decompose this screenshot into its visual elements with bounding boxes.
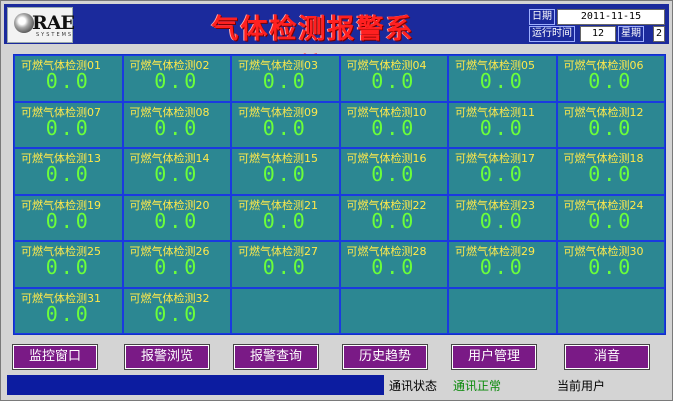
sensor-value: 0.0 xyxy=(262,69,308,93)
sensor-value: 0.0 xyxy=(479,162,525,186)
status-bar: 通讯状态 通讯正常 当前用户 xyxy=(4,374,669,396)
sensor-value: 0.0 xyxy=(262,255,308,279)
sensor-cell: 可燃气体检测16 0.0 xyxy=(339,148,448,195)
sensor-cell: 可燃气体检测19 0.0 xyxy=(14,194,123,241)
sensor-value: 0.0 xyxy=(45,208,91,233)
sensor-cell: 可燃气体检测24 0.0 xyxy=(556,194,665,241)
sensor-value: 0.0 xyxy=(45,162,91,186)
sensor-value: 0.0 xyxy=(479,69,525,93)
button-bar: 监控窗口 报警浏览 报警查询 历史趋势 用户管理 消音 xyxy=(12,344,664,370)
sensor-value: 0.0 xyxy=(479,255,525,279)
sensor-cell: 可燃气体检测21 0.0 xyxy=(231,194,340,241)
mute-button[interactable]: 消音 xyxy=(564,344,650,370)
sensor-value: 0.0 xyxy=(154,162,200,186)
sensor-value: 0.0 xyxy=(479,115,525,140)
sensor-cell: 可燃气体检测06 0.0 xyxy=(556,55,665,102)
sensor-cell: 可燃气体检测25 0.0 xyxy=(14,241,123,288)
sensor-cell: 可燃气体检测17 0.0 xyxy=(448,148,557,195)
sensor-cell: 可燃气体检测01 0.0 xyxy=(14,55,123,102)
sensor-cell: 可燃气体检测23 0.0 xyxy=(448,194,557,241)
empty-cell xyxy=(448,287,557,334)
sensor-value: 0.0 xyxy=(45,69,91,93)
sensor-cell: 可燃气体检测22 0.0 xyxy=(339,194,448,241)
empty-cell xyxy=(231,287,340,334)
sensor-value: 0.0 xyxy=(371,162,417,186)
sensor-cell: 可燃气体检测18 0.0 xyxy=(556,148,665,195)
current-user-label: 当前用户 xyxy=(557,379,606,393)
comm-status-label: 通讯状态 xyxy=(389,379,438,393)
logo-text: RAE xyxy=(32,12,75,34)
sensor-cell: 可燃气体检测08 0.0 xyxy=(122,101,231,148)
sensor-value: 0.0 xyxy=(154,301,200,326)
runtime-value: 12 xyxy=(580,26,616,42)
sensor-value: 0.0 xyxy=(45,301,91,326)
info-panel: 日期 2011-11-15 13:35:30 运行时间 12 星期 2 xyxy=(529,7,667,42)
sensor-value: 0.0 xyxy=(154,115,200,140)
sensor-value: 0.0 xyxy=(262,208,308,233)
sensor-cell: 可燃气体检测27 0.0 xyxy=(231,241,340,288)
sensor-value: 0.0 xyxy=(588,255,634,279)
sensor-cell: 可燃气体检测13 0.0 xyxy=(14,148,123,195)
alarm-browse-button[interactable]: 报警浏览 xyxy=(124,344,210,370)
weekday-label: 星期 xyxy=(618,26,644,42)
sensor-cell: 可燃气体检测09 0.0 xyxy=(231,101,340,148)
sensor-cell: 可燃气体检测29 0.0 xyxy=(448,241,557,288)
sensor-value: 0.0 xyxy=(154,69,200,93)
sensor-cell: 可燃气体检测14 0.0 xyxy=(122,148,231,195)
sensor-cell: 可燃气体检测11 0.0 xyxy=(448,101,557,148)
sensor-cell: 可燃气体检测10 0.0 xyxy=(339,101,448,148)
sensor-value: 0.0 xyxy=(588,162,634,186)
header-bar: RAE SYSTEMS 气体检测报警系统 日期 2011-11-15 13:35… xyxy=(4,4,669,84)
sensor-value: 0.0 xyxy=(479,208,525,233)
sensor-cell: 可燃气体检测12 0.0 xyxy=(556,101,665,148)
history-trend-button[interactable]: 历史趋势 xyxy=(342,344,428,370)
sensor-value: 0.0 xyxy=(371,255,417,279)
weekday-value: 2 xyxy=(653,26,665,42)
empty-cell xyxy=(339,287,448,334)
sensor-value: 0.0 xyxy=(154,208,200,233)
sensor-cell: 可燃气体检测32 0.0 xyxy=(122,287,231,334)
sensor-value: 0.0 xyxy=(588,69,634,93)
sensor-cell: 可燃气体检测26 0.0 xyxy=(122,241,231,288)
sensor-value: 0.0 xyxy=(45,115,91,140)
sensor-cell: 可燃气体检测02 0.0 xyxy=(122,55,231,102)
sensor-value: 0.0 xyxy=(154,255,200,279)
comm-status-value: 通讯正常 xyxy=(453,379,502,393)
logo-subtext: SYSTEMS xyxy=(36,32,74,38)
sensor-cell: 可燃气体检测20 0.0 xyxy=(122,194,231,241)
empty-cell xyxy=(556,287,665,334)
sensor-value: 0.0 xyxy=(45,255,91,279)
alarm-query-button[interactable]: 报警查询 xyxy=(233,344,319,370)
monitor-window-button[interactable]: 监控窗口 xyxy=(12,344,98,370)
sensor-cell: 可燃气体检测15 0.0 xyxy=(231,148,340,195)
sensor-value: 0.0 xyxy=(588,115,634,140)
sensor-cell: 可燃气体检测03 0.0 xyxy=(231,55,340,102)
sensor-cell: 可燃气体检测05 0.0 xyxy=(448,55,557,102)
main-window: RAE SYSTEMS 气体检测报警系统 日期 2011-11-15 13:35… xyxy=(0,0,673,401)
sensor-cell: 可燃气体检测30 0.0 xyxy=(556,241,665,288)
sensor-cell: 可燃气体检测28 0.0 xyxy=(339,241,448,288)
date-value: 2011-11-15 13:35:30 xyxy=(557,9,665,36)
runtime-label: 运行时间 xyxy=(529,26,575,42)
sensor-cell: 可燃气体检测31 0.0 xyxy=(14,287,123,334)
sensor-value: 0.0 xyxy=(588,208,634,233)
sensor-cell: 可燃气体检测07 0.0 xyxy=(14,101,123,148)
sensor-cell: 可燃气体检测04 0.0 xyxy=(339,55,448,102)
sensor-value: 0.0 xyxy=(371,115,417,140)
rae-logo: RAE SYSTEMS xyxy=(7,7,75,43)
user-management-button[interactable]: 用户管理 xyxy=(451,344,537,370)
status-message-area xyxy=(7,375,384,395)
sensor-value: 0.0 xyxy=(371,69,417,93)
sensor-value: 0.0 xyxy=(262,115,308,140)
sensor-grid: 可燃气体检测01 0.0 可燃气体检测02 0.0 可燃气体检测03 0.0 可燃气体检测0… xyxy=(13,54,666,335)
logo-globe-icon xyxy=(14,13,34,33)
date-label: 日期 xyxy=(529,9,555,25)
sensor-value: 0.0 xyxy=(262,162,308,186)
sensor-value: 0.0 xyxy=(371,208,417,233)
